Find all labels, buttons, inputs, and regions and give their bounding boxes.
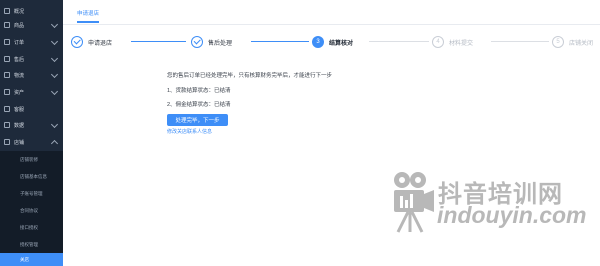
sidebar-subitem-api-auth[interactable]: 接口授权 <box>0 219 63 236</box>
sidebar-subitem-label: 店铺基本信息 <box>20 173 47 179</box>
step-5: 5 店铺关闭 <box>552 35 593 49</box>
service-icon <box>4 106 10 112</box>
step-connector <box>251 41 309 42</box>
tab-bar: 申请退店 <box>63 0 600 25</box>
step-label: 申请退店 <box>88 40 113 47</box>
sidebar-subitem-label: 合同协议 <box>20 207 38 213</box>
sidebar-subitem-subaccount[interactable]: 子账号管理 <box>0 185 63 202</box>
chevron-down-icon <box>50 20 59 29</box>
step-number: 3 <box>312 36 324 48</box>
step-number: 5 <box>552 36 564 48</box>
sidebar-item-goods[interactable]: 商品 <box>0 16 63 34</box>
step-3: 3 结算核对 <box>312 35 353 49</box>
payment-status: 1、货款结算状态：已结清 <box>167 88 231 94</box>
chevron-down-icon <box>50 54 59 63</box>
sidebar-subitem-contract[interactable]: 合同协议 <box>0 202 63 219</box>
data-icon <box>4 122 10 128</box>
next-step-button[interactable]: 处理完毕，下一步 <box>167 114 228 126</box>
sidebar-item-logistics[interactable]: 物流 <box>0 66 63 84</box>
chevron-down-icon <box>50 120 59 129</box>
sidebar-subitem-label: 子账号管理 <box>20 190 43 196</box>
watermark-en-text: indouyin.com <box>437 202 587 228</box>
chevron-up-icon <box>50 139 59 148</box>
check-icon <box>193 37 201 45</box>
camera-logo-icon <box>394 172 434 233</box>
sidebar-item-label: 客服 <box>14 106 25 113</box>
settlement-message: 您的售后订单已经处理完毕，只有核算财务完毕后，才能进行下一步 <box>167 73 333 79</box>
step-label: 店铺关闭 <box>569 40 594 47</box>
sidebar: 概况 商品 订单 售后 物流 资产 客服 数据 店铺 店铺装修 店铺基本信息 子… <box>0 0 63 266</box>
step-done-icon <box>71 36 83 48</box>
check-icon <box>73 37 81 45</box>
sidebar-subitem-decoration[interactable]: 店铺装修 <box>0 151 63 168</box>
sidebar-item-data[interactable]: 数据 <box>0 116 63 134</box>
step-1: 申请退店 <box>71 35 112 49</box>
sidebar-subitem-label: 接口授权 <box>20 224 38 230</box>
sidebar-item-label: 订单 <box>14 39 25 46</box>
tab-apply-exit[interactable]: 申请退店 <box>77 9 100 23</box>
logistics-icon <box>4 72 10 78</box>
sidebar-subitem-close-shop[interactable]: 关店 <box>0 253 63 266</box>
sidebar-item-label: 售后 <box>14 56 25 63</box>
sidebar-item-shop[interactable]: 店铺 <box>0 133 63 151</box>
chevron-down-icon <box>50 87 59 96</box>
step-number: 4 <box>432 36 444 48</box>
sidebar-item-label: 店铺 <box>14 139 25 146</box>
sidebar-item-label: 资产 <box>14 89 25 96</box>
sidebar-item-label: 数据 <box>14 122 25 129</box>
goods-icon <box>4 22 10 28</box>
commission-status: 2、佣金结算状态：已结清 <box>167 102 231 108</box>
sidebar-item-label: 商品 <box>14 22 25 29</box>
shop-icon <box>4 139 10 145</box>
overview-icon <box>4 8 10 14</box>
chevron-down-icon <box>50 70 59 79</box>
step-2: 售后处理 <box>191 35 232 49</box>
aftersale-icon <box>4 56 10 62</box>
step-connector <box>491 41 549 42</box>
step-connector <box>131 41 186 42</box>
step-label: 售后处理 <box>208 40 233 47</box>
sidebar-item-orders[interactable]: 订单 <box>0 33 63 51</box>
sidebar-subitem-label: 关店 <box>20 256 29 262</box>
sidebar-item-assets[interactable]: 资产 <box>0 83 63 101</box>
edit-contact-link[interactable]: 修改关店联系人信息 <box>167 128 212 135</box>
chevron-down-icon <box>50 37 59 46</box>
sidebar-subitem-basic-info[interactable]: 店铺基本信息 <box>0 168 63 185</box>
progress-steps: 申请退店 售后处理 3 结算核对 4 材料提交 5 店铺关闭 <box>63 30 600 54</box>
step-label: 材料提交 <box>449 40 474 47</box>
assets-icon <box>4 89 10 95</box>
sidebar-subitem-auth-manage[interactable]: 授权管理 <box>0 236 63 253</box>
sidebar-subitem-label: 授权管理 <box>20 241 38 247</box>
step-label: 结算核对 <box>329 40 354 47</box>
step-connector <box>369 41 429 42</box>
sidebar-item-label: 概况 <box>14 8 25 15</box>
step-4: 4 材料提交 <box>432 35 473 49</box>
orders-icon <box>4 39 10 45</box>
sidebar-item-label: 物流 <box>14 72 25 79</box>
sidebar-subitem-label: 店铺装修 <box>20 156 38 162</box>
step-done-icon <box>191 36 203 48</box>
